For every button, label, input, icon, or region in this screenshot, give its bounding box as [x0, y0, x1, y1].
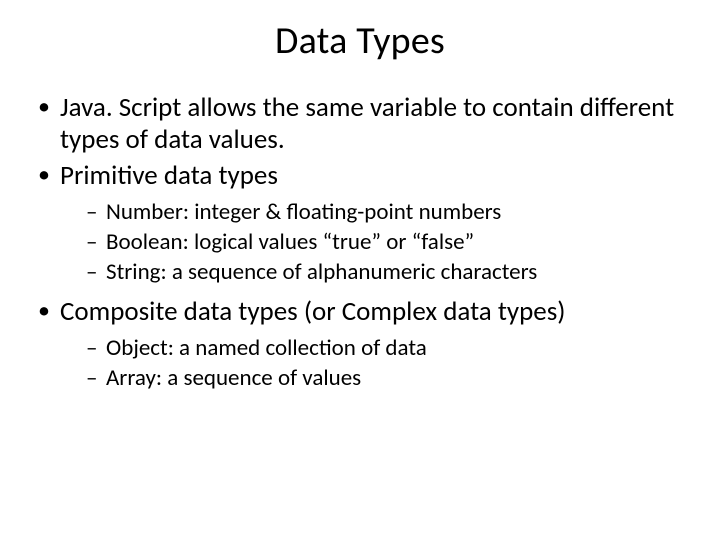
bullet-text: Composite data types (or Complex data ty…: [60, 295, 565, 328]
list-item: String: a sequence of alphanumeric chara…: [84, 258, 692, 286]
sub-bullet-text: Object: a named collection of data: [106, 334, 427, 362]
sub-bullet-text: Array: a sequence of values: [106, 364, 361, 392]
list-item: Composite data types (or Complex data ty…: [34, 296, 692, 392]
bullet-list: Java. Script allows the same variable to…: [28, 92, 692, 392]
list-item: Primitive data types Number: integer & f…: [34, 160, 692, 286]
sub-bullet-text: Number: integer & floating-point numbers: [106, 198, 501, 226]
bullet-text: Java. Script allows the same variable to…: [60, 91, 674, 156]
list-item: Java. Script allows the same variable to…: [34, 92, 692, 156]
list-item: Array: a sequence of values: [84, 364, 692, 392]
slide: Data Types Java. Script allows the same …: [0, 0, 720, 540]
bullet-text: Primitive data types: [60, 159, 278, 192]
sub-bullet-list: Object: a named collection of data Array…: [60, 334, 692, 392]
sub-bullet-list: Number: integer & floating-point numbers…: [60, 198, 692, 286]
sub-bullet-text: String: a sequence of alphanumeric chara…: [106, 258, 537, 286]
slide-title: Data Types: [28, 18, 692, 64]
list-item: Boolean: logical values “true” or “false…: [84, 228, 692, 256]
list-item: Object: a named collection of data: [84, 334, 692, 362]
sub-bullet-text: Boolean: logical values “true” or “false…: [106, 228, 474, 256]
list-item: Number: integer & floating-point numbers: [84, 198, 692, 226]
